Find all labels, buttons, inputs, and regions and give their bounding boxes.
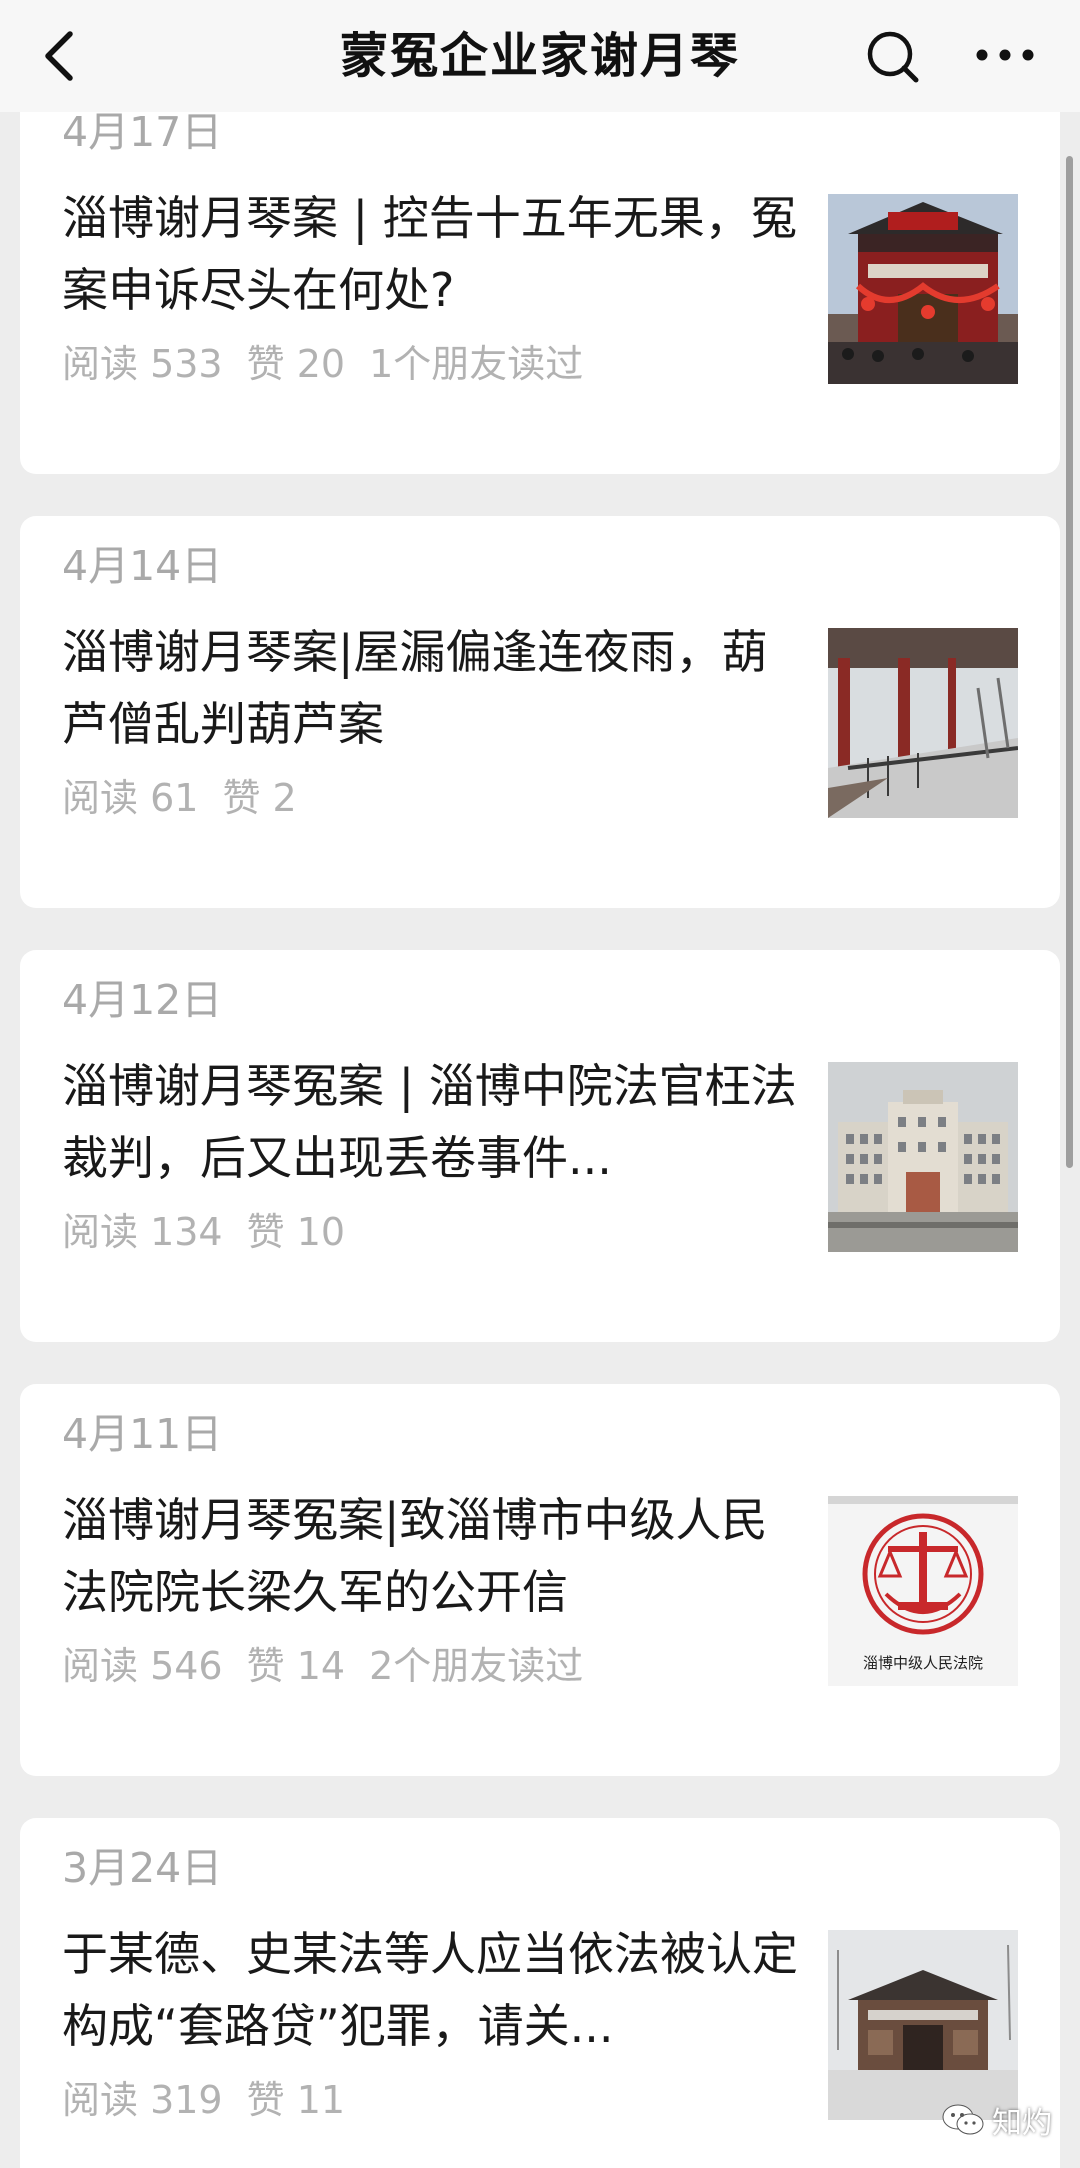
article-card[interactable]: 4月17日 淄博谢月琴案 | 控告十五年无果，冤案申诉尽头在何处? 阅读 533… xyxy=(20,112,1060,474)
article-card[interactable]: 3月24日 于某德、史某法等人应当依法被认定构成“套路贷”犯罪，请关... 阅读… xyxy=(20,1818,1060,2168)
article-card[interactable]: 4月12日 淄博谢月琴冤案 | 淄博中院法官枉法裁判，后又出现丢卷事件... 阅… xyxy=(20,950,1060,1342)
court-emblem-thumbnail: 淄博中级人民法院 xyxy=(828,1496,1018,1686)
article-thumbnail[interactable] xyxy=(828,194,1018,384)
article-date: 4月14日 xyxy=(62,542,223,590)
article-stats: 阅读 533 赞 20 1个朋友读过 xyxy=(62,336,607,392)
article-date: 4月12日 xyxy=(62,976,223,1024)
page-title: 蒙冤企业家谢月琴 xyxy=(339,28,740,84)
snowy-corridor-thumbnail xyxy=(828,628,1018,818)
article-title[interactable]: 淄博谢月琴冤案|致淄博市中级人民法院院长梁久军的公开信 xyxy=(62,1484,802,1628)
temple-gate-thumbnail xyxy=(828,194,1018,384)
like-count: 赞 14 xyxy=(246,1644,346,1688)
article-card[interactable]: 4月14日 淄博谢月琴案|屋漏偏逢连夜雨，葫芦僧乱判葫芦案 阅读 61 赞 2 xyxy=(20,516,1060,908)
emblem-caption: 淄博中级人民法院 xyxy=(863,1654,983,1672)
article-thumbnail[interactable] xyxy=(828,1930,1018,2120)
like-count: 赞 11 xyxy=(246,2078,346,2122)
more-dots-icon xyxy=(976,49,1034,61)
article-stats: 阅读 134 赞 10 xyxy=(62,1204,369,1260)
article-thumbnail[interactable] xyxy=(828,1062,1018,1252)
search-icon xyxy=(867,31,919,83)
read-count: 阅读 61 xyxy=(62,776,199,820)
article-stats: 阅读 546 赞 14 2个朋友读过 xyxy=(62,1638,607,1694)
article-title[interactable]: 于某德、史某法等人应当依法被认定构成“套路贷”犯罪，请关... xyxy=(62,1918,802,2062)
read-count: 阅读 533 xyxy=(62,342,223,386)
article-title[interactable]: 淄博谢月琴案|屋漏偏逢连夜雨，葫芦僧乱判葫芦案 xyxy=(62,616,802,760)
back-button[interactable] xyxy=(30,22,94,90)
read-count: 阅读 546 xyxy=(62,1644,223,1688)
article-date: 4月11日 xyxy=(62,1410,223,1458)
like-count: 赞 10 xyxy=(246,1210,346,1254)
like-count: 赞 20 xyxy=(246,342,346,386)
scrollbar[interactable] xyxy=(1066,156,1073,1168)
article-list[interactable]: 4月17日 淄博谢月琴案 | 控告十五年无果，冤案申诉尽头在何处? 阅读 533… xyxy=(0,112,1080,2168)
old-building-thumbnail xyxy=(828,1930,1018,2120)
more-button[interactable] xyxy=(968,24,1042,88)
article-title[interactable]: 淄博谢月琴冤案 | 淄博中院法官枉法裁判，后又出现丢卷事件... xyxy=(62,1050,802,1194)
friends-read: 2个朋友读过 xyxy=(369,1644,584,1688)
read-count: 阅读 319 xyxy=(62,2078,223,2122)
court-building-thumbnail xyxy=(828,1062,1018,1252)
friends-read: 1个朋友读过 xyxy=(369,342,584,386)
article-thumbnail[interactable] xyxy=(828,628,1018,818)
watermark: 知灼 xyxy=(940,2100,1052,2141)
article-title[interactable]: 淄博谢月琴案 | 控告十五年无果，冤案申诉尽头在何处? xyxy=(62,182,802,326)
article-card[interactable]: 4月11日 淄博谢月琴冤案|致淄博市中级人民法院院长梁久军的公开信 阅读 546… xyxy=(20,1384,1060,1776)
search-button[interactable] xyxy=(858,24,928,88)
top-nav-bar: 蒙冤企业家谢月琴 xyxy=(0,0,1080,112)
article-stats: 阅读 319 赞 11 xyxy=(62,2072,369,2128)
like-count: 赞 2 xyxy=(222,776,297,820)
wechat-icon xyxy=(940,2102,986,2138)
watermark-text: 知灼 xyxy=(992,2106,1052,2141)
read-count: 阅读 134 xyxy=(62,1210,223,1254)
article-date: 4月17日 xyxy=(62,112,223,156)
article-date: 3月24日 xyxy=(62,1844,223,1892)
chevron-left-icon xyxy=(45,31,73,81)
article-thumbnail[interactable]: 淄博中级人民法院 xyxy=(828,1496,1018,1686)
article-stats: 阅读 61 赞 2 xyxy=(62,770,321,826)
